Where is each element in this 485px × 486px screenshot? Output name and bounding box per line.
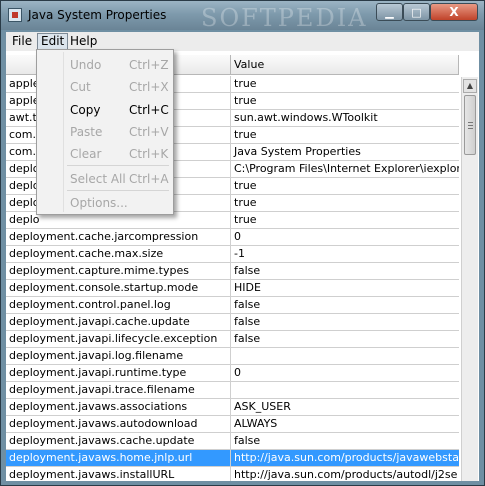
property-value-cell[interactable]: 0 [231,229,459,245]
menu-item-shortcut: Ctrl+K [129,147,169,161]
scroll-up-arrow-icon[interactable]: ▲ [463,79,477,93]
property-key-cell[interactable]: deployment.javapi.trace.filename [6,382,231,398]
table-row[interactable]: deployment.javaws.associations ASK_USER [6,399,459,416]
property-value-cell[interactable]: C:\Program Files\Internet Explorer\iexpl… [231,161,459,177]
property-key-cell[interactable]: deployment.javaws.autodownload [6,416,231,432]
edit-menu-dropdown: Undo Ctrl+Z Cut Ctrl+X Copy Ctrl+C Paste Ctrl+V… [36,49,174,215]
property-value-cell[interactable]: false [231,263,459,279]
table-row[interactable]: deployment.control.panel.log false [6,297,459,314]
table-row[interactable]: deployment.javaws.installURL http://java.… [6,467,459,481]
property-value-cell[interactable]: 0 [231,365,459,381]
menu-item-shortcut: Ctrl+Z [129,58,169,72]
menu-item-label: Clear [70,147,102,161]
table-row[interactable]: deployment.javaws.home.jnlp.url http://ja… [6,450,459,467]
menu-file[interactable]: File [9,33,35,50]
maximize-button[interactable]: □ [403,3,430,21]
property-key-cell[interactable]: deployment.console.startup.mode [6,280,231,296]
menu-item-select-all[interactable]: Select All Ctrl+A [37,169,173,189]
java-app-icon [8,8,22,22]
property-key-cell[interactable]: deployment.javaws.home.jnlp.url [6,450,231,466]
table-row[interactable]: deployment.javaws.cache.update false [6,433,459,450]
minimize-button[interactable]: ▁ [376,3,403,21]
app-window: Java System Properties SOFTPEDIA ▁ □ X F… [0,0,485,486]
menu-item-label: Paste [70,125,103,139]
property-key-cell[interactable]: deployment.cache.max.size [6,246,231,262]
menu-item-label: Cut [70,80,91,94]
table-row[interactable]: deployment.javapi.runtime.type 0 [6,365,459,382]
menu-item-paste[interactable]: Paste Ctrl+V [37,122,173,142]
property-key-cell[interactable]: deployment.javaws.installURL [6,467,231,481]
table-row[interactable]: deployment.javaws.autodownload ALWAYS [6,416,459,433]
window-title: Java System Properties [28,8,167,22]
table-row[interactable]: deployment.javapi.cache.update false [6,314,459,331]
menu-item-label: Options... [70,196,128,210]
menu-item-shortcut: Ctrl+X [129,80,169,94]
property-value-cell[interactable]: -1 [231,246,459,262]
table-row[interactable]: deployment.javapi.trace.filename [6,382,459,399]
menu-item-shortcut: Ctrl+C [129,103,169,117]
property-key-cell[interactable]: deployment.capture.mime.types [6,263,231,279]
property-value-cell[interactable] [231,348,459,364]
table-row[interactable]: deployment.javapi.lifecycle.exception fal… [6,331,459,348]
property-value-cell[interactable]: true [231,76,459,92]
table-row[interactable]: deployment.cache.max.size -1 [6,246,459,263]
property-value-cell[interactable]: HIDE [231,280,459,296]
menu-item-options[interactable]: Options... [37,193,173,213]
menu-item-cut[interactable]: Cut Ctrl+X [37,77,173,97]
property-value-cell[interactable]: true [231,93,459,109]
property-value-cell[interactable]: true [231,195,459,211]
property-value-cell[interactable]: ASK_USER [231,399,459,415]
property-value-cell[interactable]: false [231,314,459,330]
property-value-cell[interactable]: Java System Properties [231,144,459,160]
vertical-scrollbar[interactable]: ▲ [461,77,478,481]
menu-item-label: Select All [70,172,126,186]
menu-help[interactable]: Help [67,33,100,50]
scrollbar-thumb[interactable] [464,95,476,155]
menu-separator [67,165,169,166]
property-value-cell[interactable]: true [231,127,459,143]
property-key-cell[interactable]: deployment.cache.jarcompression [6,229,231,245]
watermark-logo: SOFTPEDIA [201,4,368,32]
property-key-cell[interactable]: deployment.control.panel.log [6,297,231,313]
property-value-cell[interactable]: true [231,178,459,194]
property-value-cell[interactable]: http://java.sun.com/products/autodl/j2se [231,467,459,481]
property-key-cell[interactable]: deployment.javapi.log.filename [6,348,231,364]
property-value-cell[interactable]: false [231,331,459,347]
menu-item-undo[interactable]: Undo Ctrl+Z [37,55,173,75]
property-value-cell[interactable]: ALWAYS [231,416,459,432]
property-value-cell[interactable]: false [231,297,459,313]
menu-item-label: Copy [70,103,101,117]
property-value-cell[interactable]: http://java.sun.com/products/javawebstar… [231,450,459,466]
table-row[interactable]: deployment.capture.mime.types false [6,263,459,280]
property-key-cell[interactable]: deployment.javaws.cache.update [6,433,231,449]
table-row[interactable]: deployment.javapi.log.filename [6,348,459,365]
property-value-cell[interactable]: false [231,433,459,449]
menu-item-copy[interactable]: Copy Ctrl+C [37,100,173,120]
property-value-cell[interactable] [231,382,459,398]
close-button[interactable]: X [430,3,478,21]
table-row[interactable]: deployment.cache.jarcompression 0 [6,229,459,246]
property-key-cell[interactable]: deployment.javaws.associations [6,399,231,415]
table-row[interactable]: deployment.console.startup.mode HIDE [6,280,459,297]
title-bar[interactable]: Java System Properties SOFTPEDIA ▁ □ X [1,1,484,32]
property-value-cell[interactable]: true [231,212,459,228]
property-key-cell[interactable]: deployment.javapi.cache.update [6,314,231,330]
property-value-cell[interactable]: sun.awt.windows.WToolkit [231,110,459,126]
menu-item-shortcut: Ctrl+V [129,125,169,139]
menu-item-shortcut: Ctrl+A [129,172,169,186]
column-header-value[interactable]: Value [231,55,459,75]
menu-item-clear[interactable]: Clear Ctrl+K [37,144,173,164]
menu-separator [67,190,169,191]
property-key-cell[interactable]: deployment.javapi.lifecycle.exception [6,331,231,347]
property-key-cell[interactable]: deployment.javapi.runtime.type [6,365,231,381]
menu-item-label: Undo [70,58,102,72]
